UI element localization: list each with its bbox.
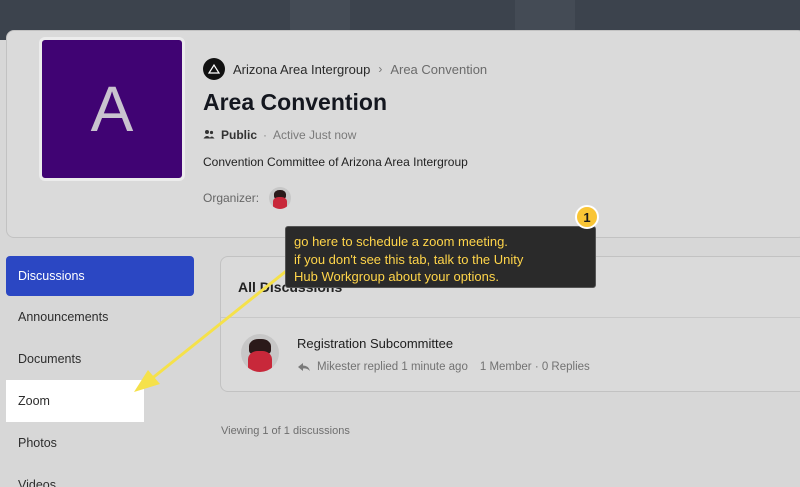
group-nav: Discussions Announcements Documents Zoom… <box>6 256 194 487</box>
nav-item-documents[interactable]: Documents <box>6 338 194 380</box>
intergroup-logo-icon[interactable] <box>203 58 225 80</box>
step-number-badge: 1 <box>575 205 599 229</box>
organizer-label: Organizer: <box>203 191 260 205</box>
group-avatar: A <box>39 37 185 181</box>
divider <box>221 317 800 318</box>
callout-line-1: go here to schedule a zoom meeting. <box>294 234 508 249</box>
nav-item-zoom[interactable]: Zoom <box>6 380 144 422</box>
breadcrumb-current: Area Convention <box>390 61 488 77</box>
page-title: Area Convention <box>203 89 388 115</box>
breadcrumb-parent-link[interactable]: Arizona Area Intergroup <box>233 62 370 77</box>
privacy-label: Public <box>221 128 258 142</box>
discussion-author-avatar[interactable] <box>241 334 279 372</box>
organizer-avatar[interactable] <box>269 187 292 209</box>
organizer-row: Organizer: <box>203 187 292 209</box>
people-icon <box>203 128 215 142</box>
group-meta: Public · Active Just now <box>203 128 356 142</box>
pagination-status: Viewing 1 of 1 discussions <box>221 425 350 437</box>
callout-line-2: if you don't see this tab, talk to the U… <box>294 251 524 267</box>
meta-separator: · <box>263 128 268 142</box>
tutorial-callout: go here to schedule a zoom meeting. if y… <box>285 226 596 288</box>
reply-icon <box>298 363 310 371</box>
discussion-title-link[interactable]: Registration Subcommittee <box>297 336 453 351</box>
activity-status: Active Just now <box>273 128 357 142</box>
discussion-last-reply: Mikester replied 1 minute ago <box>317 361 468 373</box>
breadcrumb: Arizona Area Intergroup › Area Conventio… <box>203 58 487 80</box>
group-description: Convention Committee of Arizona Area Int… <box>203 155 468 169</box>
callout-line-3: Hub Workgroup about your options. <box>294 269 499 284</box>
nav-item-announcements[interactable]: Announcements <box>6 296 194 338</box>
group-avatar-letter: A <box>90 73 134 145</box>
discussion-meta: Mikester replied 1 minute ago 1 Member ·… <box>297 361 590 373</box>
discussion-stats: 1 Member · 0 Replies <box>479 361 590 373</box>
nav-item-photos[interactable]: Photos <box>6 422 194 464</box>
nav-item-discussions[interactable]: Discussions <box>6 256 194 296</box>
nav-item-videos[interactable]: Videos <box>6 464 194 487</box>
breadcrumb-separator: › <box>378 62 383 76</box>
